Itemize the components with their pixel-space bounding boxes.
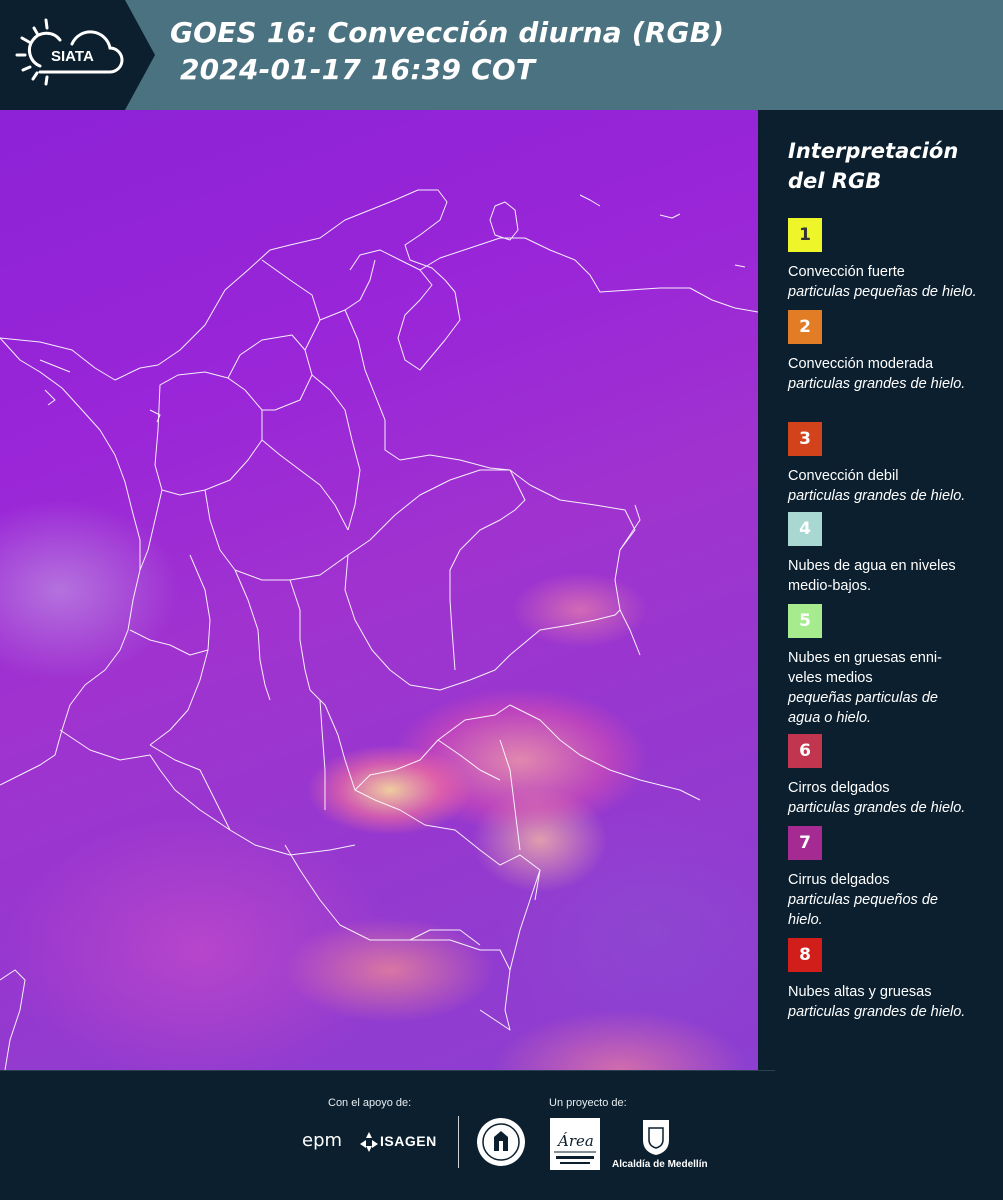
legend-label-8: Nubes altas y gruesas (788, 984, 932, 1000)
legend-detail-1: particulas pequeñas de hielo. (788, 284, 977, 300)
title-line-2: 2024-01-17 16:39 COT (170, 53, 536, 86)
siata-logo-text: SIATA (51, 48, 94, 65)
legend-badge-5: 5 (788, 604, 822, 638)
legend-label-1: Convección fuerte (788, 264, 905, 280)
legend-badge-3: 3 (788, 422, 822, 456)
legend-label-6: Cirros delgados (788, 780, 890, 796)
satellite-map (0, 110, 758, 1070)
legend-label-4: Nubes de agua en niveles medio-bajos. (788, 558, 956, 594)
legend-detail-7: particulas pequeños de hielo. (788, 892, 938, 928)
legend-label-3: Convección debil (788, 468, 899, 484)
footer: Con el apoyo de: Un proyecto de: epm ISA… (0, 1070, 1003, 1200)
alcaldia-label: Alcaldía de Medellín (612, 1159, 708, 1170)
legend-item-6: 6 Cirros delgados particulas grandes de h… (788, 734, 998, 818)
legend-item-5: 5 Nubes en gruesas enni-veles medios pequ… (788, 604, 998, 728)
legend-badge-8: 8 (788, 938, 822, 972)
support-label: Con el apoyo de: (328, 1097, 412, 1109)
isagen-logo-icon (360, 1132, 378, 1152)
title-line-1: GOES 16: Convección diurna (RGB) (170, 16, 725, 49)
legend-item-1: 1 Convección fuerte particulas pequeñas d… (788, 218, 998, 302)
legend-label-5: Nubes en gruesas enni-veles medios (788, 650, 942, 686)
legend-detail-8: particulas grandes de hielo. (788, 1004, 966, 1020)
legend-detail-3: particulas grandes de hielo. (788, 488, 966, 504)
rgb-legend: Interpretación del RGB 1 Convección fuer… (758, 110, 1003, 1070)
header-bar: SIATA GOES 16: Convección diurna (RGB) 2… (0, 0, 1003, 110)
legend-item-2: 2 Convección moderada particulas grandes … (788, 310, 998, 394)
footer-divider (458, 1116, 459, 1168)
legend-detail-6: particulas grandes de hielo. (788, 800, 966, 816)
legend-item-7: 7 Cirrus delgados particulas pequeños de … (788, 826, 998, 930)
isagen-logo: ISAGEN (380, 1133, 437, 1149)
legend-detail-5: pequeñas particulas de agua o hielo. (788, 690, 938, 726)
legend-badge-1: 1 (788, 218, 822, 252)
legend-badge-4: 4 (788, 512, 822, 546)
legend-badge-2: 2 (788, 310, 822, 344)
siata-logo: SIATA (0, 0, 155, 110)
legend-label-2: Convección moderada (788, 356, 934, 372)
medellin-seal-icon (477, 1118, 525, 1166)
project-label: Un proyecto de: (549, 1097, 627, 1109)
legend-item-3: 3 Convección debil particulas grandes de … (788, 422, 998, 506)
map-borders (0, 189, 758, 1070)
legend-badge-6: 6 (788, 734, 822, 768)
area-metropolitana-logo: Área (550, 1118, 600, 1170)
page-title: GOES 16: Convección diurna (RGB) 2024-01… (170, 14, 724, 88)
legend-label-7: Cirrus delgados (788, 872, 890, 888)
legend-detail-2: particulas grandes de hielo. (788, 376, 966, 392)
epm-logo: epm (302, 1130, 343, 1151)
legend-title: Interpretación del RGB (788, 139, 959, 193)
legend-item-8: 8 Nubes altas y gruesas particulas grande… (788, 938, 998, 1022)
legend-badge-7: 7 (788, 826, 822, 860)
legend-item-4: 4 Nubes de agua en niveles medio-bajos. (788, 512, 998, 596)
svg-text:Área: Área (556, 1132, 594, 1150)
alcaldia-shield-icon (643, 1120, 669, 1155)
